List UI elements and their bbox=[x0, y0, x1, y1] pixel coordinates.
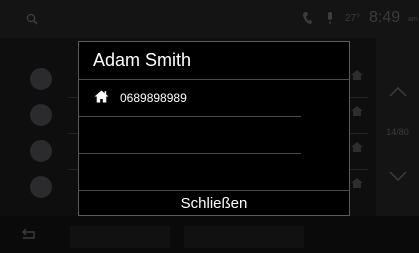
divider bbox=[79, 79, 349, 80]
bottom-button[interactable] bbox=[184, 226, 304, 248]
scroll-bar: 14/80 bbox=[376, 38, 419, 216]
chevron-down-icon bbox=[389, 168, 407, 186]
home-icon bbox=[350, 104, 364, 122]
phone-number-row[interactable]: 0689898989 bbox=[79, 82, 349, 116]
contact-name: Adam Smith bbox=[93, 50, 192, 70]
back-icon[interactable] bbox=[20, 227, 38, 245]
contact-dialog: Adam Smith 0689898989 Schließen bbox=[78, 41, 350, 216]
page-counter: 14/80 bbox=[386, 127, 409, 137]
avatar-icon bbox=[30, 140, 52, 162]
bottom-button[interactable] bbox=[70, 226, 170, 248]
contact-photo-icon bbox=[30, 68, 52, 90]
home-icon bbox=[350, 140, 364, 158]
avatar-icon bbox=[30, 176, 52, 198]
phone-number: 0689898989 bbox=[120, 91, 187, 105]
clock: 8:49 bbox=[369, 9, 401, 26]
phone-status-icon bbox=[302, 11, 312, 30]
avatar-icon bbox=[30, 104, 52, 126]
clock-period: am bbox=[408, 16, 418, 23]
empty-row bbox=[79, 117, 349, 153]
empty-row bbox=[79, 154, 349, 190]
status-bar: 27° 8:49 am bbox=[0, 0, 419, 38]
home-icon bbox=[94, 90, 109, 108]
home-icon bbox=[350, 176, 364, 194]
contact-screen: 27° 8:49 am 14/80 Adam Smith 0689898989 … bbox=[0, 0, 419, 253]
home-icon bbox=[350, 68, 364, 86]
microphone-icon bbox=[326, 11, 334, 30]
scroll-up-button[interactable] bbox=[376, 38, 419, 118]
temperature: 27° bbox=[345, 13, 361, 24]
chevron-up-icon bbox=[389, 84, 407, 102]
close-button[interactable]: Schließen bbox=[79, 190, 349, 216]
scroll-down-button[interactable] bbox=[376, 138, 419, 216]
bottom-bar bbox=[0, 216, 419, 253]
search-icon[interactable] bbox=[26, 12, 38, 30]
